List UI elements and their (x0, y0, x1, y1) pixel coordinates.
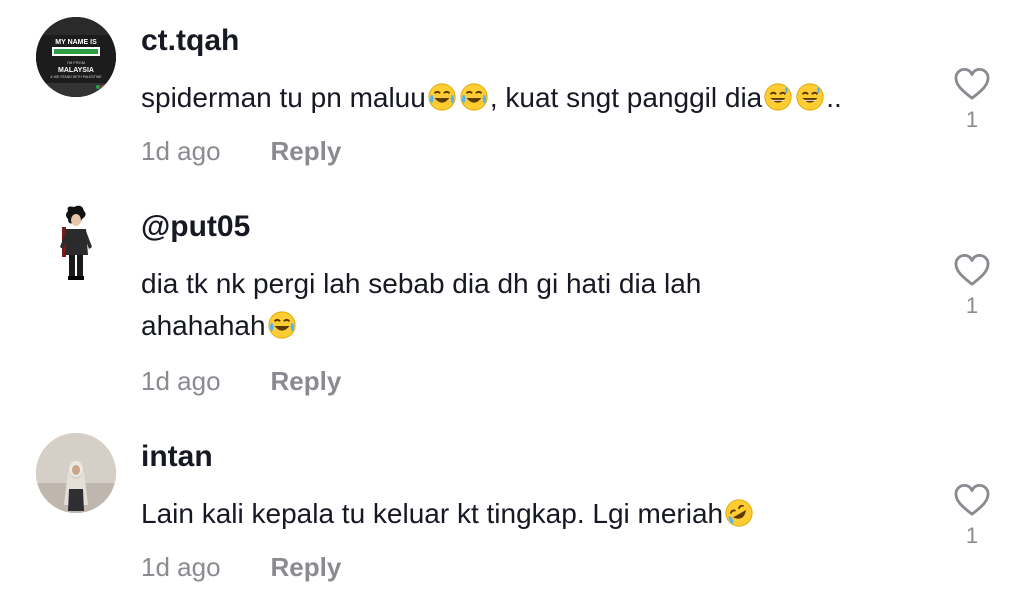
avatar[interactable]: MY NAME IS I'M FROM MALAYSIA & WE STAND … (36, 17, 116, 97)
comment-text: spiderman tu pn maluu , kuat sngt panggil… (141, 77, 931, 119)
reply-button[interactable]: Reply (271, 136, 342, 166)
username[interactable]: intan (141, 440, 213, 474)
comment-text-part: , kuat sngt panggil dia (489, 82, 763, 113)
avatar-text: & WE STAND WITH PALESTINE (50, 75, 102, 79)
like-count: 1 (965, 523, 979, 548)
avatar-image (36, 433, 116, 513)
avatar-text: MALAYSIA (58, 67, 94, 74)
comment-meta: 1d ago Reply (141, 552, 341, 583)
avatar-image (36, 203, 116, 283)
timestamp: 1d ago (141, 136, 221, 166)
comment-text-part: spiderman tu pn maluu (141, 82, 426, 113)
face-with-tears-of-joy-icon (267, 310, 297, 340)
grinning-face-with-sweat-icon (795, 82, 825, 112)
timestamp: 1d ago (141, 552, 221, 582)
comment-text-part: Lain kali kepala tu keluar kt tingkap. L… (141, 498, 724, 529)
face-with-tears-of-joy-icon (459, 82, 489, 112)
avatar-text: MY NAME IS (55, 39, 97, 46)
heart-outline-icon[interactable] (953, 483, 991, 517)
like-button[interactable]: 1 (950, 67, 994, 133)
like-button[interactable]: 1 (950, 483, 994, 549)
comment-meta: 1d ago Reply (141, 136, 341, 167)
like-button[interactable]: 1 (950, 253, 994, 319)
like-count: 1 (965, 293, 979, 318)
rolling-on-the-floor-laughing-icon (724, 498, 754, 528)
username[interactable]: ct.tqah (141, 24, 239, 58)
username[interactable]: @put05 (141, 210, 250, 244)
comment-text-part: .. (826, 82, 842, 113)
comment-meta: 1d ago Reply (141, 366, 341, 397)
avatar[interactable] (36, 433, 116, 513)
comment-text-part: dia tk nk pergi lah sebab dia dh gi hati… (141, 268, 702, 341)
avatar[interactable] (36, 203, 116, 283)
like-count: 1 (965, 107, 979, 132)
heart-outline-icon[interactable] (953, 253, 991, 287)
comment-text: dia tk nk pergi lah sebab dia dh gi hati… (141, 263, 801, 347)
face-with-tears-of-joy-icon (427, 82, 457, 112)
avatar-image: MY NAME IS I'M FROM MALAYSIA & WE STAND … (36, 17, 116, 97)
reply-button[interactable]: Reply (271, 366, 342, 396)
heart-outline-icon[interactable] (953, 67, 991, 101)
reply-button[interactable]: Reply (271, 552, 342, 582)
avatar-text: I'M FROM (67, 60, 85, 65)
comment-text: Lain kali kepala tu keluar kt tingkap. L… (141, 493, 931, 535)
grinning-face-with-sweat-icon (763, 82, 793, 112)
timestamp: 1d ago (141, 366, 221, 396)
